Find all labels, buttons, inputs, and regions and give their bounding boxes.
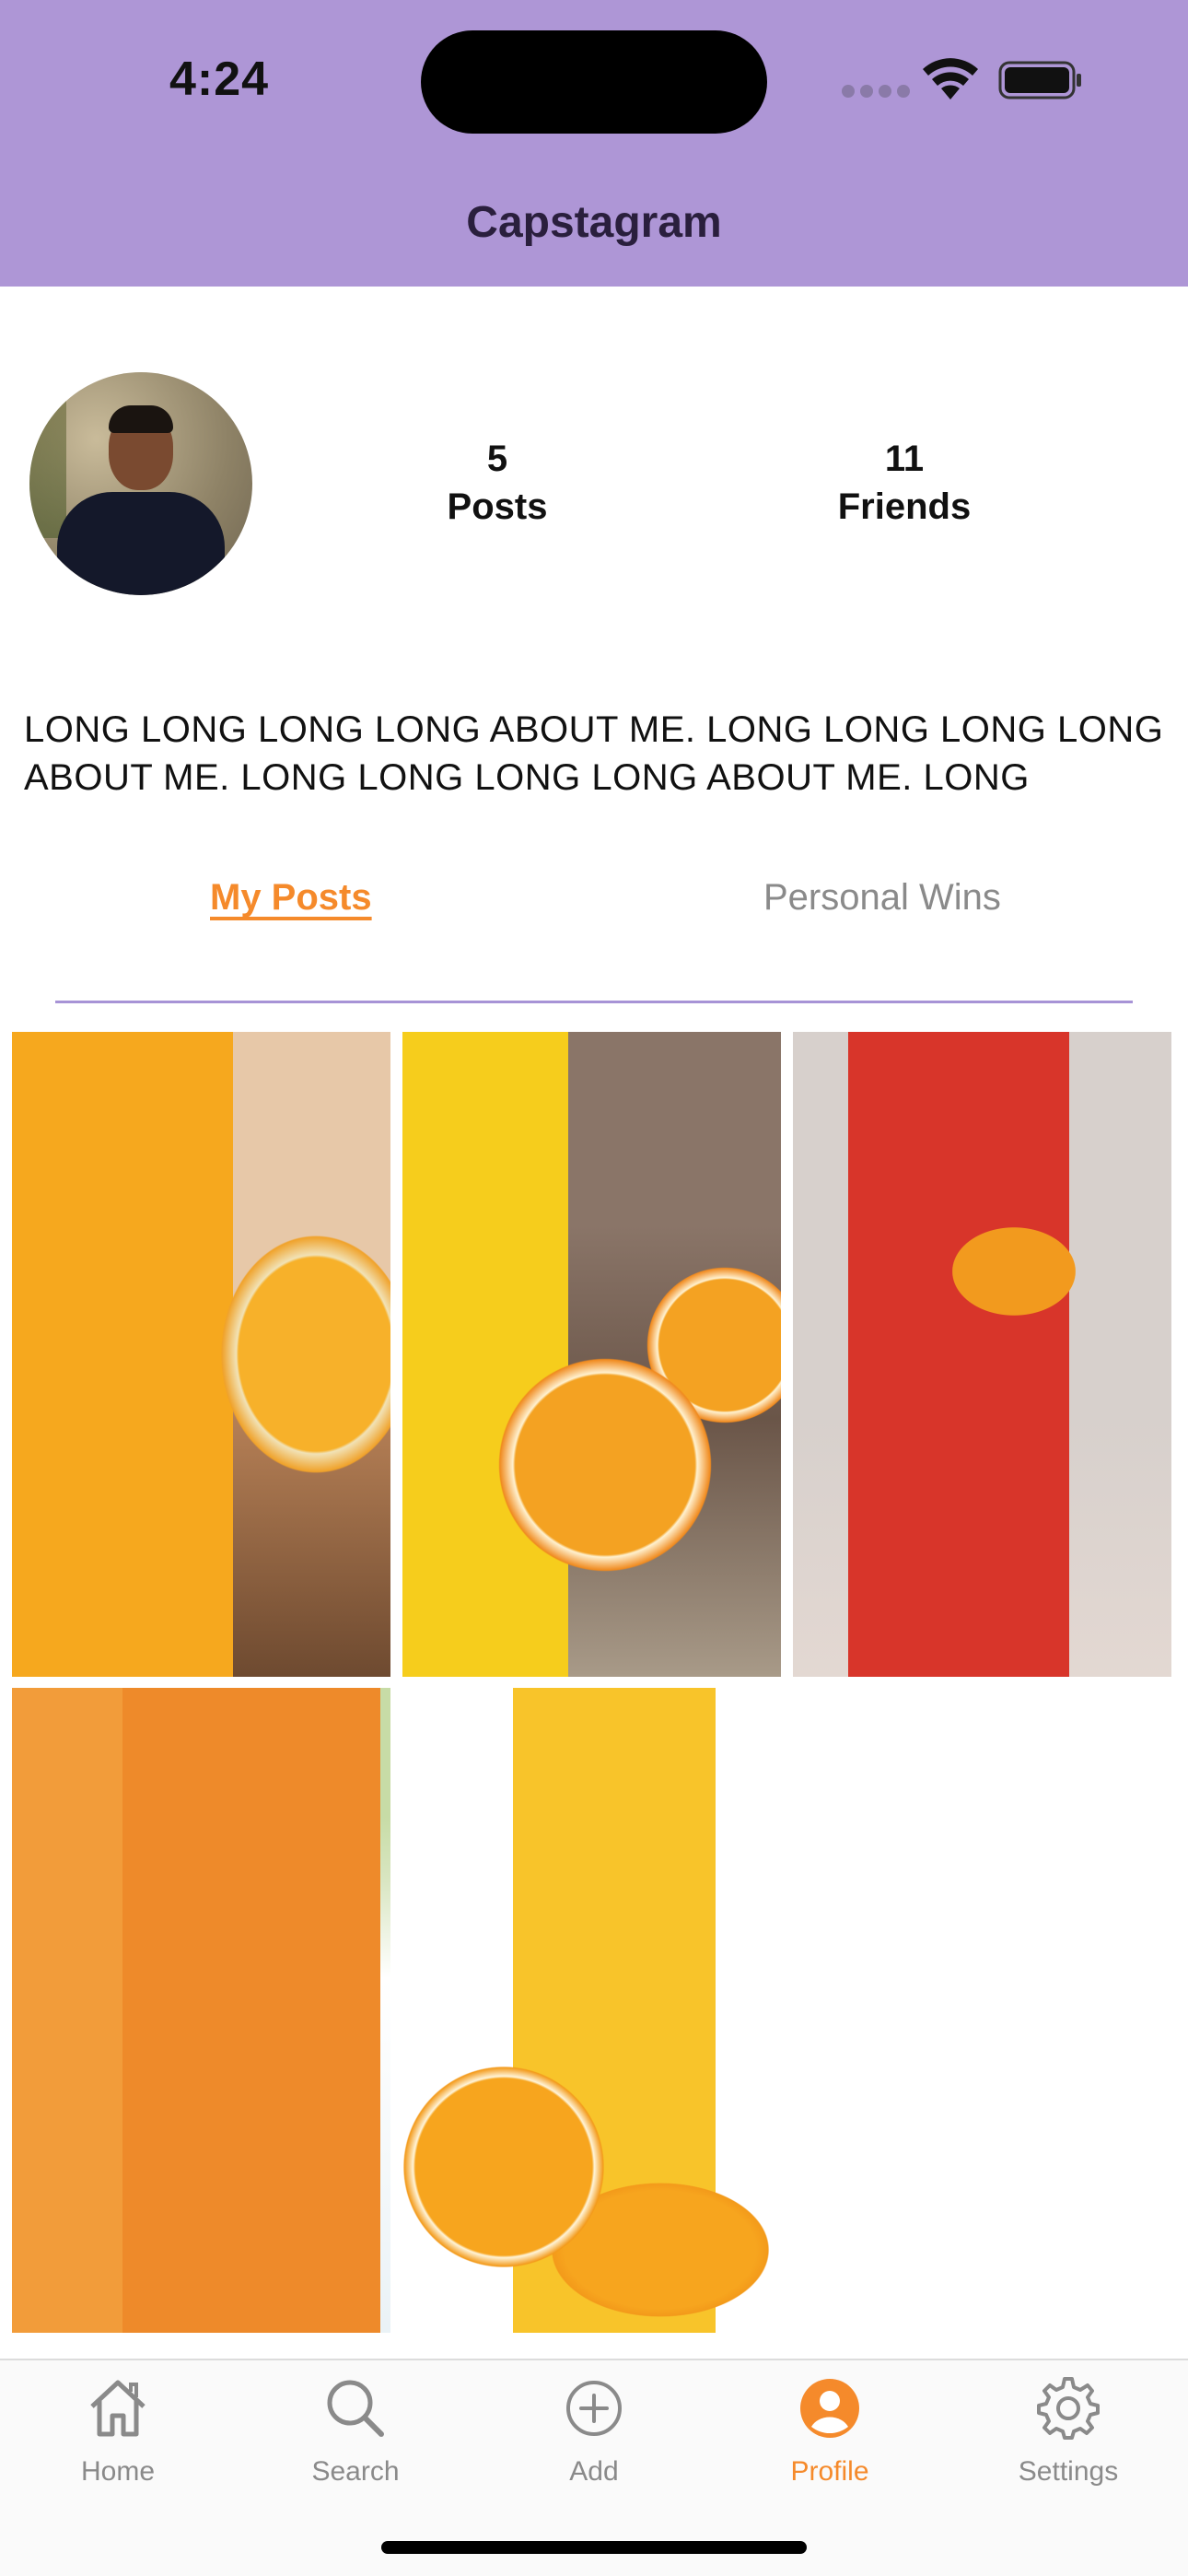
app-header: 4:24 Capstagram bbox=[0, 0, 1188, 287]
friends-stat[interactable]: 11 Friends bbox=[812, 435, 996, 531]
about-me-text: LONG LONG LONG LONG ABOUT ME. LONG LONG … bbox=[24, 709, 1164, 798]
home-icon bbox=[90, 2380, 146, 2437]
cellular-signal-icon bbox=[842, 85, 910, 98]
add-icon bbox=[566, 2381, 622, 2436]
friends-label: Friends bbox=[837, 486, 972, 527]
post-image-5[interactable] bbox=[402, 1688, 781, 2333]
profile-icon bbox=[800, 2379, 859, 2438]
tab-search-label: Search bbox=[311, 2456, 400, 2487]
gear-icon bbox=[1037, 2377, 1100, 2440]
friends-count: 11 bbox=[884, 439, 925, 479]
home-indicator[interactable] bbox=[381, 2541, 807, 2554]
post-image-3[interactable] bbox=[793, 1032, 1171, 1677]
tab-home[interactable]: Home bbox=[26, 2371, 210, 2488]
tab-profile[interactable]: Profile bbox=[738, 2371, 922, 2488]
tab-home-label: Home bbox=[80, 2456, 156, 2487]
search-icon bbox=[327, 2380, 384, 2437]
tab-divider bbox=[55, 1001, 1133, 1003]
tab-settings[interactable]: Settings bbox=[976, 2371, 1160, 2488]
profile-avatar[interactable] bbox=[29, 372, 252, 595]
posts-stat[interactable]: 5 Posts bbox=[405, 435, 589, 531]
tab-my-posts[interactable]: My Posts bbox=[210, 877, 372, 919]
tab-search[interactable]: Search bbox=[263, 2371, 448, 2488]
tab-add-label: Add bbox=[569, 2456, 619, 2487]
tab-settings-label: Settings bbox=[1018, 2456, 1119, 2487]
tab-add[interactable]: Add bbox=[502, 2371, 686, 2488]
status-time: 4:24 bbox=[169, 53, 270, 106]
post-image-1[interactable] bbox=[12, 1032, 390, 1677]
post-image-2[interactable] bbox=[402, 1032, 781, 1677]
battery-icon bbox=[998, 61, 1081, 100]
wifi-icon bbox=[923, 58, 978, 100]
post-image-4[interactable] bbox=[12, 1688, 390, 2333]
tab-profile-label: Profile bbox=[790, 2456, 869, 2487]
posts-count: 5 bbox=[486, 439, 508, 479]
tab-personal-wins[interactable]: Personal Wins bbox=[763, 877, 1001, 919]
app-title: Capstagram bbox=[466, 198, 722, 247]
dynamic-island bbox=[421, 30, 767, 134]
posts-label: Posts bbox=[447, 486, 548, 527]
